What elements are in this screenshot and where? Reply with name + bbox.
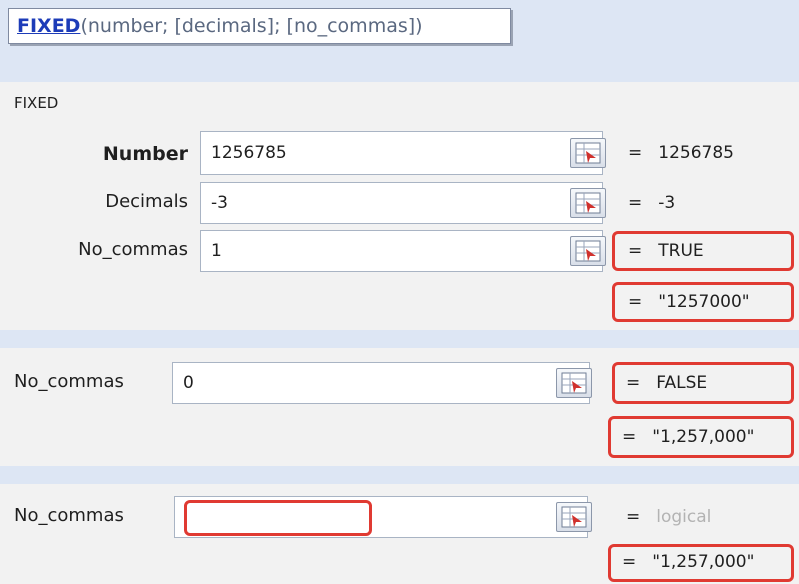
number-argument-input[interactable]: 1256785 [200, 131, 603, 175]
range-selector-icon [561, 372, 587, 394]
decimals-argument-input[interactable]: -3 [200, 182, 603, 224]
formula-result-value: "1257000" [658, 292, 750, 312]
empty-input-highlight [184, 500, 372, 536]
equals-sign: = [628, 241, 643, 261]
decimals-result: = -3 [628, 184, 675, 222]
formula-result-value: "1,257,000" [652, 552, 755, 572]
formula-result: = "1,257,000" [622, 544, 754, 580]
no-commas-result: = FALSE [626, 364, 707, 402]
collapse-dialog-icon[interactable] [570, 188, 606, 218]
number-argument-label: Number [102, 143, 188, 165]
range-selector-icon [561, 506, 587, 528]
no-commas-argument-label: No_commas [14, 505, 124, 526]
equals-sign: = [626, 507, 641, 527]
range-selector-icon [575, 142, 601, 164]
formula-result: = "1,257,000" [622, 418, 754, 456]
function-name-label: FIXED [14, 94, 59, 112]
no-commas-result-value: logical [656, 507, 712, 527]
equals-sign: = [622, 427, 637, 447]
function-tooltip: FIXED (number; [decimals]; [no_commas]) [8, 8, 511, 44]
collapse-dialog-icon[interactable] [570, 236, 606, 266]
tooltip-function-name-link[interactable]: FIXED [17, 15, 80, 37]
no-commas-argument-label: No_commas [14, 371, 124, 392]
range-selector-icon [575, 192, 601, 214]
tooltip-arguments: (number; [decimals]; [no_commas]) [80, 15, 423, 37]
no-commas-result-value: TRUE [658, 241, 704, 261]
collapse-dialog-icon[interactable] [570, 138, 606, 168]
number-result-value: 1256785 [658, 143, 734, 163]
no-commas-result-value: FALSE [656, 373, 708, 393]
collapse-dialog-icon[interactable] [556, 502, 592, 532]
decimals-result-value: -3 [658, 193, 676, 213]
formula-result-value: "1,257,000" [652, 427, 755, 447]
collapse-dialog-icon[interactable] [556, 368, 592, 398]
equals-sign: = [626, 373, 641, 393]
no-commas-result: = TRUE [628, 232, 704, 270]
decimals-argument-label: Decimals [105, 191, 188, 212]
equals-sign: = [628, 143, 643, 163]
formula-result: = "1257000" [628, 283, 750, 321]
no-commas-argument-label: No_commas [78, 239, 188, 260]
number-result: = 1256785 [628, 134, 734, 172]
range-selector-icon [575, 240, 601, 262]
no-commas-result: = logical [626, 498, 711, 536]
no-commas-argument-input[interactable]: 1 [200, 230, 603, 272]
no-commas-argument-input[interactable]: 0 [172, 362, 590, 404]
equals-sign: = [628, 193, 643, 213]
equals-sign: = [622, 552, 637, 572]
equals-sign: = [628, 292, 643, 312]
